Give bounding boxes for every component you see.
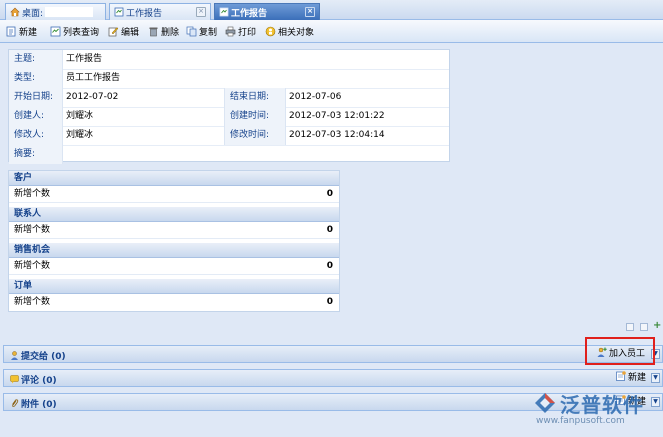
created-time-label: 创建时间: — [224, 107, 286, 126]
new-label: 新建 — [19, 28, 38, 38]
print-label: 打印 — [238, 28, 257, 38]
collapse-icon[interactable] — [626, 323, 634, 331]
delete-button[interactable]: 删除 — [148, 25, 179, 38]
print-button[interactable]: 打印 — [225, 25, 256, 38]
watermark-brand: 泛普软件 — [560, 393, 644, 417]
form-row-dates: 开始日期: 2012-07-02 结束日期: 2012-07-06 — [9, 88, 449, 108]
subject-value: 工作报告 — [66, 54, 103, 64]
creator-value: 刘耀冰 — [66, 111, 94, 121]
watermark-url: www.fanpusoft.com — [536, 416, 625, 426]
toolbar: 新建 列表查询 编辑 删除 复制 打印 相关对象 — [0, 20, 663, 43]
stat-row: 新增个数 0 — [9, 258, 339, 275]
print-icon — [225, 26, 236, 37]
stat-row-label: 新增个数 — [14, 189, 51, 199]
tab-desktop[interactable]: 桌面: — [5, 3, 106, 20]
stat-row-label: 新增个数 — [14, 297, 51, 307]
stat-row-value: 0 — [326, 297, 333, 307]
subject-label: 主题: — [9, 50, 63, 69]
comments-label: 评论 (0) — [21, 376, 57, 386]
copy-label: 复制 — [199, 28, 218, 38]
statistics-panel: 客户 新增个数 0 联系人 新增个数 0 销售机会 新增个数 0 订单 新增个数 0 — [8, 170, 340, 312]
tab-desktop-label: 桌面: — [22, 9, 44, 19]
attachment-icon — [10, 399, 19, 408]
comment-icon — [10, 375, 19, 384]
type-value: 员工工作报告 — [66, 73, 121, 83]
delete-icon — [148, 26, 159, 37]
home-icon — [10, 7, 20, 17]
attachments-title[interactable]: 附件 (0) — [10, 397, 57, 410]
delete-label: 删除 — [161, 28, 180, 38]
report-detail-form: 主题: 工作报告 类型: 员工工作报告 开始日期: 2012-07-02 结束日… — [8, 49, 450, 164]
report-icon — [219, 7, 229, 17]
tab-bar: 桌面: 工作报告 × 工作报告 × — [0, 0, 663, 20]
copy-button[interactable]: 复制 — [186, 25, 217, 38]
tab-work-report-2-label: 工作报告 — [231, 9, 268, 19]
watermark: 泛普软件 www.fanpusoft.com — [532, 388, 662, 430]
type-label: 类型: — [9, 69, 63, 88]
stat-row-value: 0 — [326, 225, 333, 235]
submit-to-title[interactable]: 提交给 (0) — [10, 349, 66, 362]
form-row-type: 类型: 员工工作报告 — [9, 69, 449, 89]
submit-to-label: 提交给 (0) — [21, 352, 66, 362]
stat-row-label: 新增个数 — [14, 225, 51, 235]
end-date-label: 结束日期: — [224, 88, 286, 107]
list-query-label: 列表查询 — [63, 28, 100, 38]
new-icon — [616, 371, 626, 381]
created-time-value: 2012-07-03 12:01:22 — [289, 111, 385, 121]
tab-desktop-blank — [45, 7, 94, 17]
submit-to-panel: 提交给 (0) 加入员工 ▼ — [3, 345, 663, 363]
form-row-created: 创建人: 刘耀冰 创建时间: 2012-07-03 12:01:22 — [9, 107, 449, 127]
user-icon — [10, 351, 19, 360]
modifier-label: 修改人: — [9, 126, 63, 145]
stat-section-contact: 联系人 — [9, 207, 339, 222]
modifier-value: 刘耀冰 — [66, 130, 94, 140]
attachments-label: 附件 (0) — [21, 400, 57, 410]
stat-row-label: 新增个数 — [14, 261, 51, 271]
start-date-value: 2012-07-02 — [66, 92, 119, 102]
stat-row-value: 0 — [326, 189, 333, 199]
related-icon — [265, 26, 276, 37]
new-icon — [6, 26, 17, 37]
expand-icon[interactable]: + — [653, 320, 661, 331]
copy-icon — [186, 26, 197, 37]
end-date-value: 2012-07-06 — [289, 92, 342, 102]
stat-section-customer: 客户 — [9, 171, 339, 186]
form-row-subject: 主题: 工作报告 — [9, 50, 449, 70]
chevron-down-icon[interactable]: ▼ — [651, 373, 660, 383]
stat-section-opportunity: 销售机会 — [9, 243, 339, 258]
related-label: 相关对象 — [278, 28, 315, 38]
tab-work-report-2[interactable]: 工作报告 × — [214, 3, 320, 20]
list-icon — [50, 26, 61, 37]
related-objects-button[interactable]: 相关对象 — [265, 25, 314, 38]
edit-icon — [108, 26, 119, 37]
close-icon[interactable]: × — [196, 7, 206, 17]
tab-work-report-1[interactable]: 工作报告 × — [109, 3, 211, 20]
highlight-box — [585, 337, 655, 365]
summary-label: 摘要: — [9, 145, 63, 164]
stat-row: 新增个数 0 — [9, 294, 339, 311]
restore-icon[interactable] — [640, 323, 648, 331]
modified-time-label: 修改时间: — [224, 126, 286, 145]
comments-title[interactable]: 评论 (0) — [10, 373, 57, 386]
comments-panel: 评论 (0) 新建 ▼ — [3, 369, 663, 387]
new-button[interactable]: 新建 — [6, 25, 37, 38]
stat-row-value: 0 — [326, 261, 333, 271]
tab-work-report-1-label: 工作报告 — [126, 9, 163, 19]
stat-row: 新增个数 0 — [9, 186, 339, 203]
new-comment-button[interactable]: 新建 — [616, 371, 646, 385]
edit-label: 编辑 — [121, 28, 140, 38]
stat-section-order: 订单 — [9, 279, 339, 294]
new-comment-label: 新建 — [628, 373, 647, 383]
close-icon[interactable]: × — [305, 7, 315, 17]
report-icon — [114, 7, 124, 17]
modified-time-value: 2012-07-03 12:04:14 — [289, 130, 385, 140]
form-row-summary: 摘要: — [9, 145, 449, 164]
list-query-button[interactable]: 列表查询 — [50, 25, 99, 38]
start-date-label: 开始日期: — [9, 88, 63, 107]
creator-label: 创建人: — [9, 107, 63, 126]
form-row-modified: 修改人: 刘耀冰 修改时间: 2012-07-03 12:04:14 — [9, 126, 449, 146]
stat-row: 新增个数 0 — [9, 222, 339, 239]
edit-button[interactable]: 编辑 — [108, 25, 139, 38]
watermark-logo-icon — [535, 393, 555, 413]
